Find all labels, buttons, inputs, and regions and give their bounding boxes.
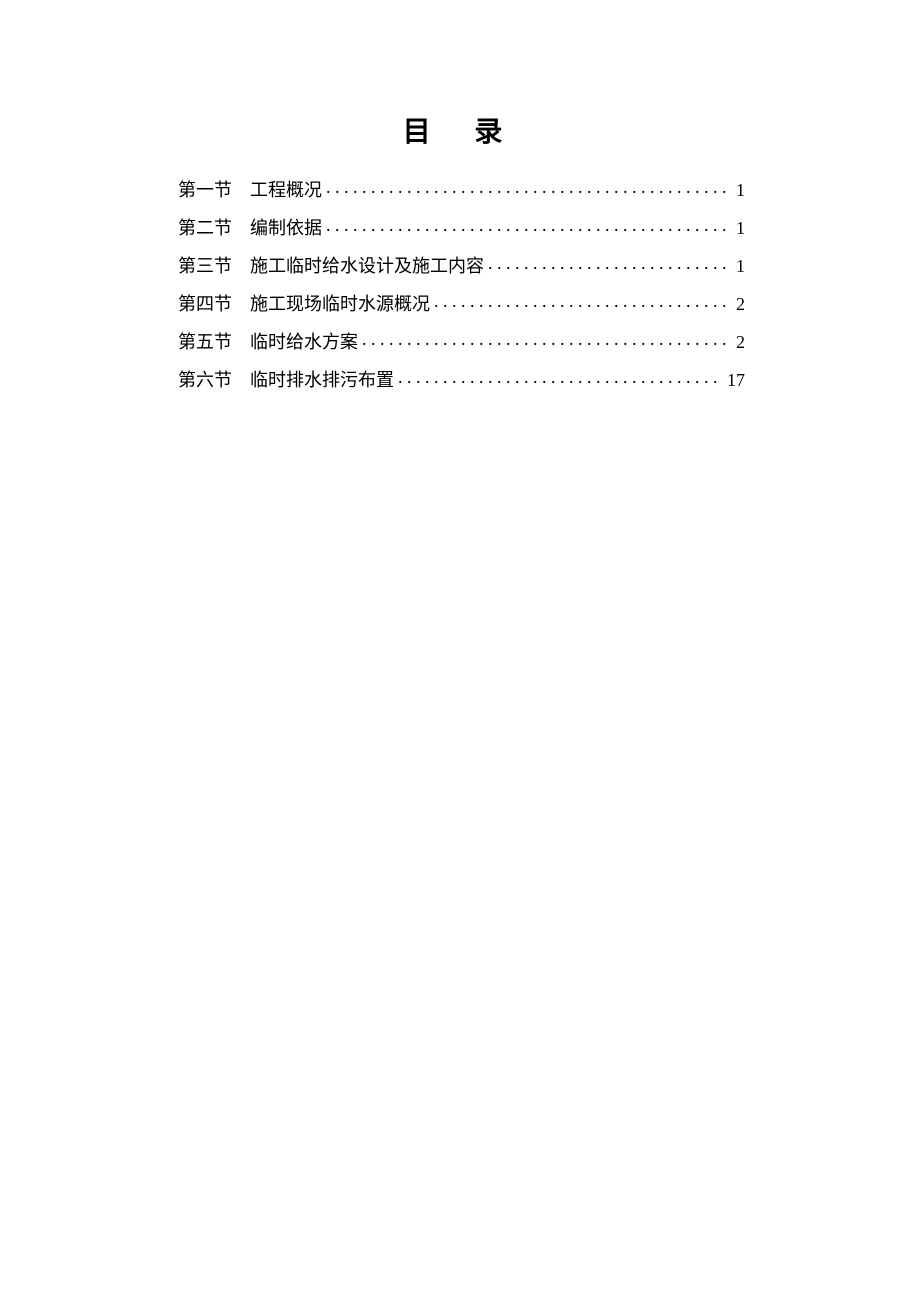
toc-leader-dots: [398, 368, 723, 386]
toc-title: 目 录: [178, 110, 745, 150]
toc-entry: 第四节 施工现场临时水源概况 2: [178, 292, 745, 313]
toc-entry-name: 施工现场临时水源概况: [250, 295, 430, 313]
toc-page-number: 17: [727, 371, 745, 389]
toc-entry-name: 临时给水方案: [250, 333, 358, 351]
toc-page-number: 2: [736, 333, 745, 351]
toc-page-number: 1: [736, 219, 745, 237]
toc-page-number: 1: [736, 181, 745, 199]
toc-section-label: 第四节: [178, 295, 232, 313]
toc-page-number: 1: [736, 257, 745, 275]
toc-entry-name: 工程概况: [250, 181, 322, 199]
toc-section-label: 第二节: [178, 219, 232, 237]
toc-list: 第一节 工程概况 1 第二节 编制依据 1 第三节 施工临时给水设计及施工内容 …: [178, 178, 745, 389]
toc-leader-dots: [434, 292, 732, 310]
toc-entry-name: 临时排水排污布置: [250, 371, 394, 389]
toc-leader-dots: [362, 330, 732, 348]
toc-entry-name: 编制依据: [250, 219, 322, 237]
toc-entry-name: 施工临时给水设计及施工内容: [250, 257, 484, 275]
toc-entry: 第一节 工程概况 1: [178, 178, 745, 199]
toc-leader-dots: [326, 216, 732, 234]
toc-leader-dots: [326, 178, 732, 196]
toc-page-number: 2: [736, 295, 745, 313]
toc-entry: 第三节 施工临时给水设计及施工内容 1: [178, 254, 745, 275]
toc-entry: 第六节 临时排水排污布置 17: [178, 368, 745, 389]
toc-leader-dots: [488, 254, 732, 272]
document-page: 目 录 第一节 工程概况 1 第二节 编制依据 1 第三节 施工临时给水设计及施…: [0, 0, 920, 1302]
toc-section-label: 第五节: [178, 333, 232, 351]
toc-section-label: 第三节: [178, 257, 232, 275]
toc-section-label: 第一节: [178, 181, 232, 199]
toc-section-label: 第六节: [178, 371, 232, 389]
toc-entry: 第五节 临时给水方案 2: [178, 330, 745, 351]
toc-entry: 第二节 编制依据 1: [178, 216, 745, 237]
